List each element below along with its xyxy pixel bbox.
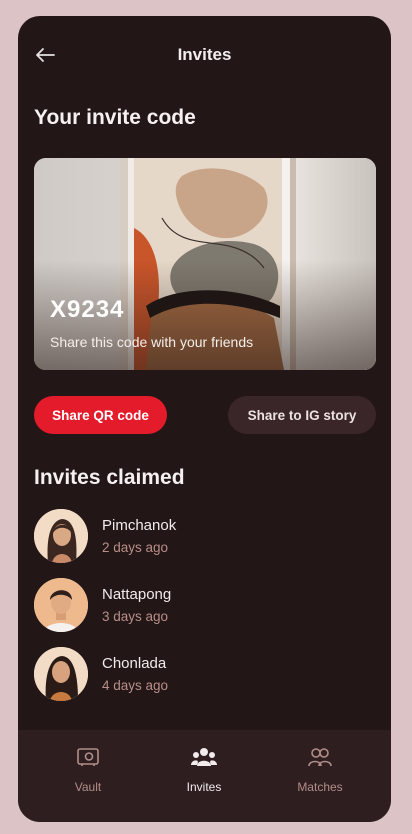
list-item[interactable]: Pimchanok 2 days ago [34, 509, 374, 567]
people-icon [191, 744, 217, 770]
nav-label-matches: Matches [297, 780, 343, 794]
claimed-time: 2 days ago [102, 540, 169, 555]
invites-claimed-heading: Invites claimed [34, 466, 185, 489]
matches-icon [307, 744, 333, 770]
nav-item-vault[interactable]: Vault [38, 744, 138, 800]
claimed-time: 3 days ago [102, 609, 169, 624]
share-ig-story-button[interactable]: Share to IG story [228, 396, 376, 434]
invitee-name: Nattapong [102, 586, 172, 603]
invite-code-card: X9234 Share this code with your friends [34, 158, 376, 370]
nav-label-invites: Invites [186, 780, 222, 794]
top-bar: Invites [18, 16, 391, 94]
share-qr-button[interactable]: Share QR code [34, 396, 167, 434]
invitee-name: Pimchanok [102, 517, 177, 534]
bottom-navigation: Vault Invites Matches [18, 730, 391, 822]
avatar [34, 647, 88, 701]
vault-icon [75, 744, 101, 770]
invite-code-heading: Your invite code [34, 106, 196, 129]
nav-item-matches[interactable]: Matches [270, 744, 370, 800]
invitee-name: Chonlada [102, 655, 167, 672]
claimed-time: 4 days ago [102, 678, 169, 693]
invite-code-value: X9234 [50, 296, 125, 323]
list-item[interactable]: Chonlada 4 days ago [34, 647, 374, 705]
invite-code-hint: Share this code with your friends [50, 334, 254, 350]
app-screen: Invites Your invite code X9234 Share thi… [18, 16, 391, 822]
avatar [34, 509, 88, 563]
nav-item-invites[interactable]: Invites [154, 744, 254, 800]
avatar [34, 578, 88, 632]
page-title: Invites [177, 45, 232, 64]
list-item[interactable]: Nattapong 3 days ago [34, 578, 374, 636]
nav-label-vault: Vault [74, 780, 102, 794]
